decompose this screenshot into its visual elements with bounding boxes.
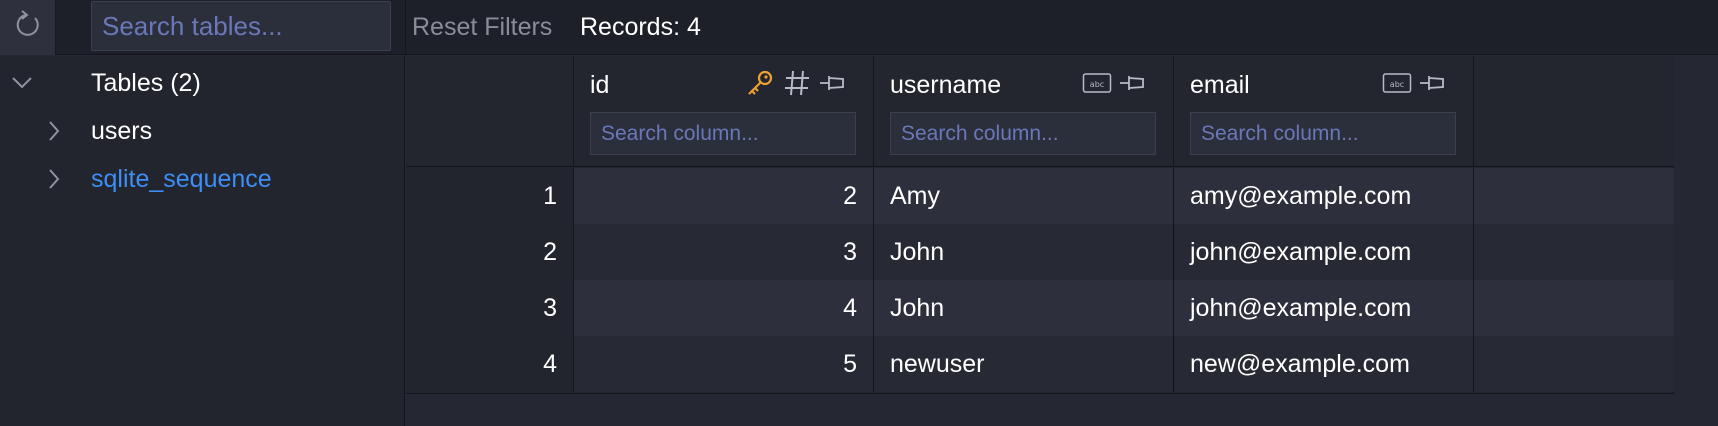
pin-icon[interactable] <box>818 68 848 98</box>
cell-id[interactable]: 3 <box>574 224 874 280</box>
cell-username[interactable]: Amy <box>874 168 1174 224</box>
column-name: username <box>890 71 1002 99</box>
column-header-email[interactable]: email abc <box>1174 56 1474 167</box>
cell-username[interactable]: John <box>874 280 1174 336</box>
sidebar-item-users[interactable]: users <box>0 107 405 155</box>
table-row[interactable]: 2 3 John john@example.com <box>406 224 1674 280</box>
sidebar-item-label: sqlite_sequence <box>91 165 272 193</box>
pin-icon[interactable] <box>1118 68 1148 98</box>
cell-email[interactable]: new@example.com <box>1174 336 1474 392</box>
chevron-right-icon[interactable] <box>40 117 68 145</box>
key-icon <box>744 67 776 99</box>
tables-group[interactable]: Tables (2) <box>0 59 405 107</box>
row-number: 4 <box>406 336 574 392</box>
cell-username[interactable]: newuser <box>874 336 1174 392</box>
column-name: email <box>1190 71 1250 99</box>
cell-email[interactable]: john@example.com <box>1174 280 1474 336</box>
table-row[interactable]: 1 2 Amy amy@example.com <box>406 168 1674 224</box>
text-type-icon: abc <box>1382 71 1412 95</box>
toolbar-divider <box>405 0 406 55</box>
row-number: 2 <box>406 224 574 280</box>
refresh-icon <box>13 10 43 45</box>
text-type-icon: abc <box>1082 71 1112 95</box>
column-header-username[interactable]: username abc <box>874 56 1174 167</box>
row-number: 3 <box>406 280 574 336</box>
table-row[interactable]: 4 5 newuser new@example.com <box>406 336 1674 392</box>
svg-text:abc: abc <box>1390 80 1404 89</box>
chevron-right-icon[interactable] <box>40 165 68 193</box>
cell-username[interactable]: John <box>874 224 1174 280</box>
records-count: Records: 4 <box>580 13 701 41</box>
column-header-id[interactable]: id <box>574 56 874 167</box>
svg-text:abc: abc <box>1090 80 1104 89</box>
toolbar: Reset Filters Records: 4 <box>0 0 1718 55</box>
cell-id[interactable]: 2 <box>574 168 874 224</box>
sidebar: Tables (2) users sqlite_sequence <box>0 56 405 426</box>
reset-filters-button[interactable]: Reset Filters <box>412 8 552 46</box>
column-search-input[interactable] <box>890 112 1156 155</box>
cell-email[interactable]: amy@example.com <box>1174 168 1474 224</box>
chevron-down-icon[interactable] <box>8 69 36 97</box>
tables-group-label: Tables (2) <box>91 69 201 97</box>
data-grid: id Search column... username abc Search … <box>406 56 1674 394</box>
sidebar-item-sqlite-sequence[interactable]: sqlite_sequence <box>0 155 405 203</box>
column-name: id <box>590 71 610 99</box>
column-search-input[interactable] <box>590 112 856 155</box>
rownum-header <box>406 56 574 167</box>
cell-id[interactable]: 5 <box>574 336 874 392</box>
cell-id[interactable]: 4 <box>574 280 874 336</box>
grid-header: id Search column... username abc Search … <box>406 56 1674 167</box>
app-window: Reset Filters Records: 4 Tables (2) user… <box>0 0 1718 426</box>
hash-icon <box>782 68 812 98</box>
refresh-button[interactable] <box>0 0 56 55</box>
cell-email[interactable]: john@example.com <box>1174 224 1474 280</box>
table-row[interactable]: 3 4 John john@example.com <box>406 280 1674 336</box>
column-search-input[interactable] <box>1190 112 1456 155</box>
sidebar-item-label: users <box>91 117 153 145</box>
search-tables-input[interactable] <box>91 1 391 51</box>
header-filler <box>1474 56 1674 167</box>
pin-icon[interactable] <box>1418 68 1448 98</box>
row-number: 1 <box>406 168 574 224</box>
